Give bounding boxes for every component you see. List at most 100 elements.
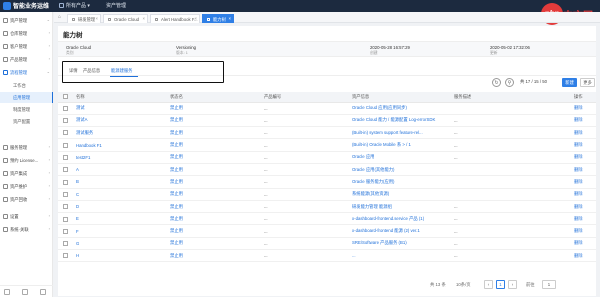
asset-cell[interactable]: Oracle 服务能力(应用) xyxy=(348,175,450,189)
tab-capability-tree[interactable]: 能力树 × xyxy=(202,14,234,23)
sidebar-item-maintenance[interactable]: 资产维护 › xyxy=(0,180,53,193)
row-name-link[interactable]: A xyxy=(76,167,79,172)
sidebar-item-service[interactable]: 服务管理 › xyxy=(0,141,53,154)
row-name-link[interactable]: 测试 xyxy=(76,105,85,110)
status-value[interactable]: 禁止用 xyxy=(170,216,183,221)
help-icon[interactable] xyxy=(22,289,28,295)
create-button[interactable]: 新建 xyxy=(562,78,577,87)
subtab-product-info[interactable]: 产品信息 xyxy=(83,68,100,74)
table-row[interactable]: test2F1 禁止用 ... Oracle 应用 ... 删除 xyxy=(58,151,596,164)
name-cell[interactable]: F xyxy=(72,224,166,238)
row-select-cell[interactable] xyxy=(58,163,72,177)
close-icon[interactable]: × xyxy=(142,16,145,21)
row-checkbox[interactable] xyxy=(62,216,68,222)
row-select-cell[interactable] xyxy=(58,224,72,238)
sidebar-subitem-workbench[interactable]: 工作台 xyxy=(0,80,53,91)
table-row[interactable]: 测试 禁止用 ... Oracle Cloud 应用(应用同步) 删除 xyxy=(58,102,596,115)
sidebar-subitem-policy[interactable]: 制度管理 xyxy=(0,104,53,115)
row-select-cell[interactable] xyxy=(58,175,72,189)
home-icon[interactable]: ⌂ xyxy=(58,14,61,20)
name-cell[interactable]: E xyxy=(72,212,166,226)
table-row[interactable]: Handbook F1 禁止用 ... (Built-in) Oracle Mo… xyxy=(58,138,596,152)
asset-link[interactable]: x-dashboard-frontend 能源 (2) ver.1 xyxy=(352,228,420,233)
sidebar-item-settings[interactable]: 设置 › xyxy=(0,210,53,223)
delete-button[interactable]: 删除 xyxy=(574,204,583,209)
status-value[interactable]: 禁止用 xyxy=(170,179,183,184)
row-name-link[interactable]: 测试A xyxy=(76,117,87,122)
collapse-icon[interactable] xyxy=(4,289,10,295)
table-row[interactable]: 测试服务 禁止用 ... (Built-in) system support f… xyxy=(58,126,596,140)
delete-button[interactable]: 删除 xyxy=(574,130,583,135)
status-value[interactable]: 禁止用 xyxy=(170,105,183,110)
goto-page-input[interactable]: 1 xyxy=(542,280,556,289)
row-checkbox[interactable] xyxy=(62,167,68,173)
asset-link[interactable]: (Built-in) Oracle Mobile 系 > / 1 xyxy=(352,142,411,147)
column-header[interactable]: 资产信息 xyxy=(348,92,450,103)
name-cell[interactable]: D xyxy=(72,200,166,214)
name-cell[interactable]: G xyxy=(72,237,166,251)
asset-link[interactable]: Oracle 应用(其他能力) xyxy=(352,167,395,172)
app-logo[interactable] xyxy=(3,2,11,10)
subtab-energy-service[interactable]: 能源建服务 xyxy=(111,68,132,74)
row-checkbox[interactable] xyxy=(62,142,68,148)
row-checkbox[interactable] xyxy=(62,105,68,111)
status-value[interactable]: 禁止用 xyxy=(170,167,183,172)
asset-link[interactable]: Oracle 服务能力(应用) xyxy=(352,179,395,184)
status-value[interactable]: 禁止用 xyxy=(170,204,183,209)
asset-link[interactable]: 系统能源(其他资源) xyxy=(352,191,389,196)
asset-link[interactable]: ... xyxy=(352,253,356,258)
select-all-checkbox[interactable] xyxy=(62,94,68,100)
status-value[interactable]: 禁止用 xyxy=(170,142,183,147)
asset-cell[interactable]: 系统能源(其他资源) xyxy=(348,188,450,201)
row-name-link[interactable]: D xyxy=(76,204,79,209)
row-select-cell[interactable] xyxy=(58,126,72,140)
row-checkbox[interactable] xyxy=(62,179,68,185)
asset-link[interactable]: 研发能力管理 能源组 xyxy=(352,204,392,209)
sidebar-subitem-apps[interactable]: 应用管理 xyxy=(0,92,53,103)
asset-link[interactable]: Oracle Cloud 能力 / 能源配置 Log-errorSDK xyxy=(352,117,435,122)
sidebar-item-products[interactable]: 产品管理 › xyxy=(0,53,53,66)
tab-alert-handbook[interactable]: Alert Handbook F... × xyxy=(150,14,200,23)
close-icon[interactable]: × xyxy=(228,16,231,21)
asset-cell[interactable]: SRE/Software 产品服务 (B1) xyxy=(348,237,450,251)
tab-research[interactable]: 研发管理 × xyxy=(67,14,101,23)
row-select-cell[interactable] xyxy=(58,237,72,251)
delete-button[interactable]: 删除 xyxy=(574,191,583,196)
table-row[interactable]: 测试A 禁止用 ... Oracle Cloud 能力 / 能源配置 Log-e… xyxy=(58,114,596,128)
asset-cell[interactable]: ... xyxy=(348,249,450,263)
table-row[interactable]: H 禁止用 ... ... ... 删除 xyxy=(58,249,596,263)
status-value[interactable]: 禁止用 xyxy=(170,253,183,258)
more-button[interactable]: 更多 xyxy=(580,78,595,87)
close-icon[interactable]: × xyxy=(194,16,197,21)
status-value[interactable]: 禁止用 xyxy=(170,191,183,196)
table-row[interactable]: B 禁止用 ... Oracle 服务能力(应用) 删除 xyxy=(58,175,596,189)
prev-page-button[interactable]: ‹ xyxy=(484,280,493,289)
sidebar-item-warehouse[interactable]: 仓库管理 › xyxy=(0,27,53,40)
page-number-button[interactable]: 1 xyxy=(496,280,505,289)
column-header[interactable]: 状态名 xyxy=(166,92,260,103)
asset-cell[interactable]: x-dashboard-frontend.service 产品 (1) xyxy=(348,212,450,226)
sidebar-item-customers[interactable]: 客户管理 › xyxy=(0,40,53,53)
name-cell[interactable]: 测试A xyxy=(72,114,166,128)
row-checkbox[interactable] xyxy=(62,155,68,161)
status-value[interactable]: 禁止用 xyxy=(170,240,183,245)
asset-cell[interactable]: (Built-in) system support feature-rel... xyxy=(348,126,450,140)
status-value[interactable]: 禁止用 xyxy=(170,117,183,122)
page-size-select[interactable]: 10条/页 xyxy=(456,282,471,288)
row-name-link[interactable]: F xyxy=(76,229,79,234)
row-name-link[interactable]: C xyxy=(76,192,79,197)
name-cell[interactable]: test2F1 xyxy=(72,151,166,164)
asset-link[interactable]: x-dashboard-frontend.service 产品 (1) xyxy=(352,216,424,221)
row-checkbox[interactable] xyxy=(62,191,68,197)
select-all-header[interactable] xyxy=(58,92,72,103)
sidebar-item-integration[interactable]: 资产集成 › xyxy=(0,167,53,180)
row-select-cell[interactable] xyxy=(58,200,72,214)
row-checkbox[interactable] xyxy=(62,130,68,136)
name-cell[interactable]: H xyxy=(72,249,166,263)
row-checkbox[interactable] xyxy=(62,253,68,259)
delete-button[interactable]: 删除 xyxy=(574,216,583,221)
row-select-cell[interactable] xyxy=(58,138,72,152)
table-row[interactable]: C 禁止用 ... 系统能源(其他资源) 删除 xyxy=(58,188,596,201)
row-checkbox[interactable] xyxy=(62,204,68,210)
row-select-cell[interactable] xyxy=(58,151,72,164)
